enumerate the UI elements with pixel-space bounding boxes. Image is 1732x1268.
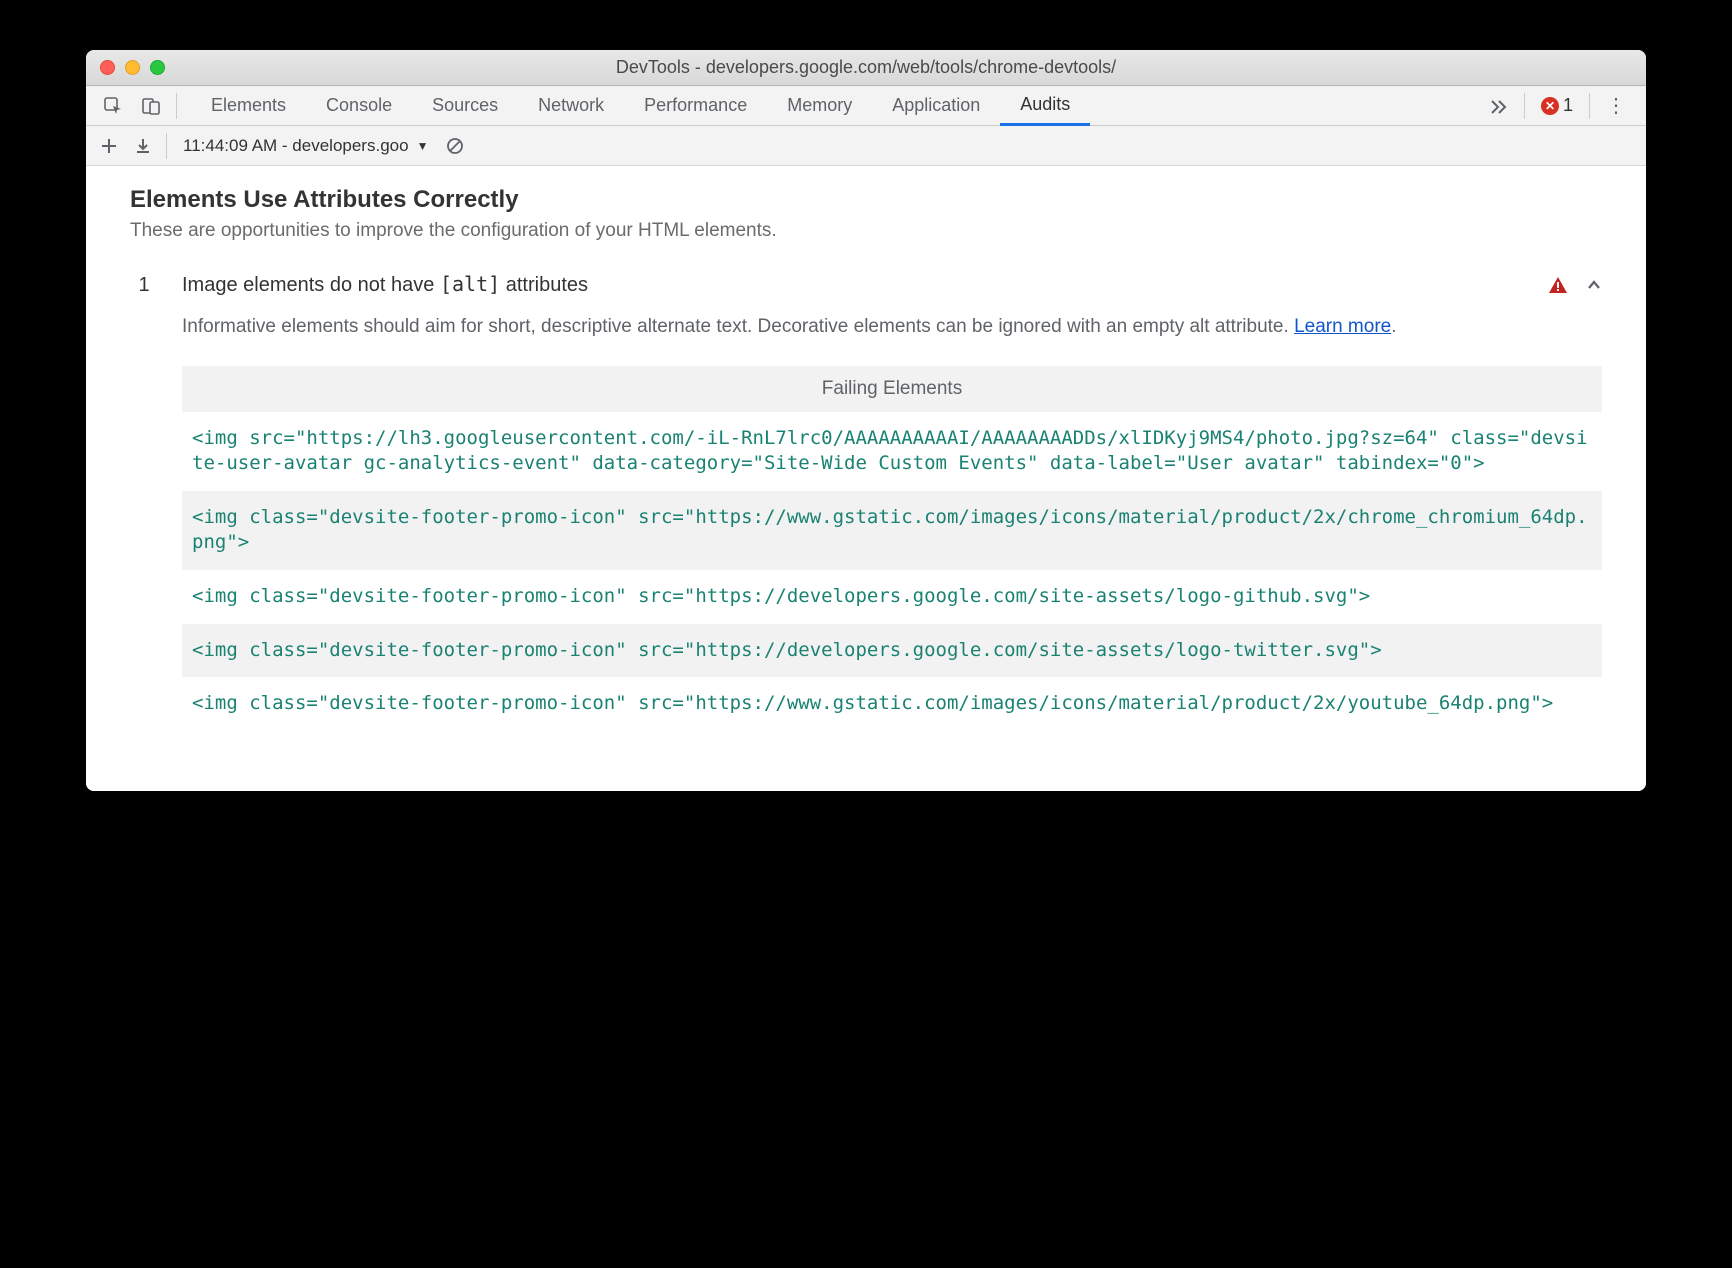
section-title: Elements Use Attributes Correctly (130, 186, 1602, 214)
audit-title: Image elements do not have [alt] attribu… (182, 272, 588, 297)
close-window-button[interactable] (100, 60, 115, 75)
download-report-icon[interactable] (126, 129, 160, 163)
tab-performance[interactable]: Performance (624, 86, 767, 125)
tab-memory[interactable]: Memory (767, 86, 872, 125)
tab-elements[interactable]: Elements (191, 86, 306, 125)
tab-sources[interactable]: Sources (412, 86, 518, 125)
error-icon: ✕ (1541, 97, 1559, 115)
error-count-badge[interactable]: ✕ 1 (1531, 95, 1583, 116)
device-toolbar-icon[interactable] (132, 87, 170, 125)
window-title: DevTools - developers.google.com/web/too… (86, 57, 1646, 78)
audit-content: Elements Use Attributes Correctly These … (86, 166, 1646, 791)
maximize-window-button[interactable] (150, 60, 165, 75)
overflow-tabs-icon[interactable] (1480, 97, 1518, 115)
collapse-icon[interactable] (1586, 277, 1602, 293)
audits-toolbar: 11:44:09 AM - developers.goo ▼ (86, 126, 1646, 166)
failing-element[interactable]: <img class="devsite-footer-promo-icon" s… (182, 491, 1602, 570)
learn-more-link[interactable]: Learn more (1294, 316, 1391, 337)
error-count: 1 (1563, 95, 1573, 116)
report-selector-label: 11:44:09 AM - developers.goo (183, 136, 409, 156)
audit-number: 1 (130, 272, 158, 297)
audit-header[interactable]: Image elements do not have [alt] attribu… (182, 272, 1602, 297)
tab-console[interactable]: Console (306, 86, 412, 125)
failing-elements-header: Failing Elements (182, 366, 1602, 412)
settings-menu-icon[interactable]: ⋮ (1596, 93, 1636, 118)
separator (1524, 93, 1525, 119)
new-audit-icon[interactable] (92, 129, 126, 163)
failing-element[interactable]: <img class="devsite-footer-promo-icon" s… (182, 677, 1602, 731)
failing-element[interactable]: <img src="https://lh3.googleusercontent.… (182, 412, 1602, 491)
separator (1589, 93, 1590, 119)
report-selector-dropdown[interactable]: 11:44:09 AM - developers.goo ▼ (173, 136, 438, 156)
separator (166, 133, 167, 159)
inspect-element-icon[interactable] (94, 87, 132, 125)
audit-description: Informative elements should aim for shor… (182, 313, 1602, 342)
titlebar: DevTools - developers.google.com/web/too… (86, 50, 1646, 86)
failing-element[interactable]: <img class="devsite-footer-promo-icon" s… (182, 570, 1602, 624)
traffic-lights (86, 60, 165, 75)
dropdown-caret-icon: ▼ (417, 139, 429, 153)
devtools-tabbar: Elements Console Sources Network Perform… (86, 86, 1646, 126)
warning-icon (1548, 276, 1568, 294)
tab-audits[interactable]: Audits (1000, 86, 1090, 126)
tab-application[interactable]: Application (872, 86, 1000, 125)
failing-element[interactable]: <img class="devsite-footer-promo-icon" s… (182, 624, 1602, 678)
section-subtitle: These are opportunities to improve the c… (130, 220, 1602, 242)
devtools-window: DevTools - developers.google.com/web/too… (86, 50, 1646, 791)
minimize-window-button[interactable] (125, 60, 140, 75)
tab-network[interactable]: Network (518, 86, 624, 125)
panel-tabs: Elements Console Sources Network Perform… (191, 86, 1090, 125)
audit-item: 1 Image elements do not have [alt] attri… (130, 272, 1602, 731)
clear-all-icon[interactable] (438, 129, 472, 163)
separator (176, 93, 177, 119)
